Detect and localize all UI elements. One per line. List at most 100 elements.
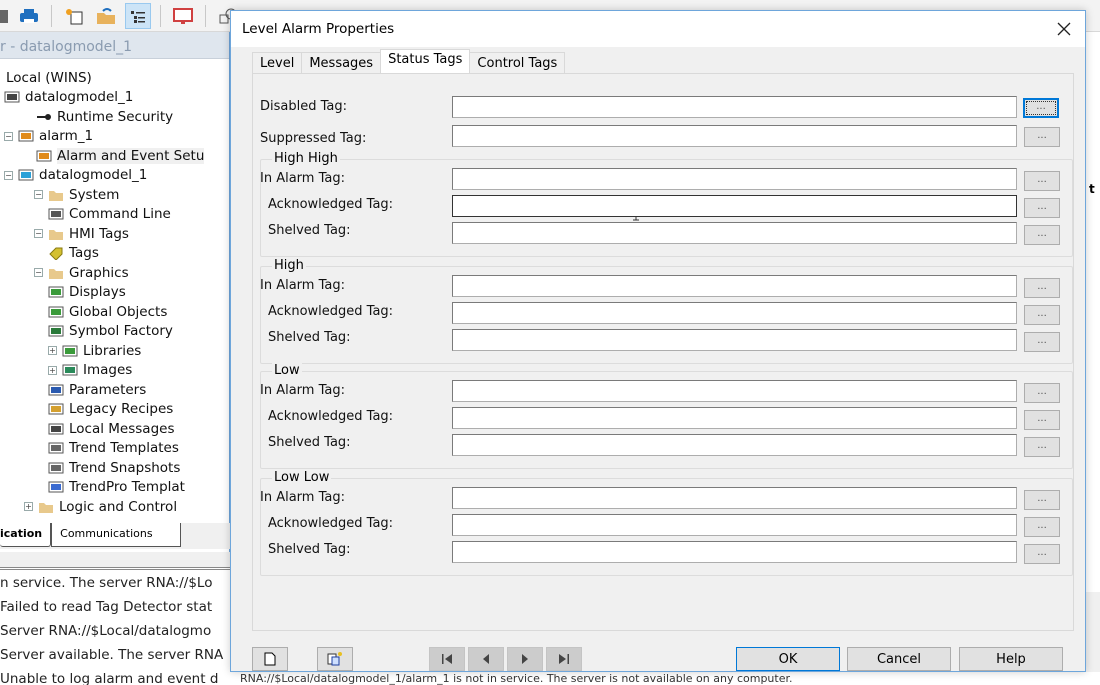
ok-button[interactable]: OK <box>736 647 840 671</box>
high-acknowledged-tag-browse-button[interactable]: ... <box>1024 305 1060 325</box>
diagnostic-message[interactable]: Failed to read Tag Detector stat <box>0 594 230 618</box>
collapse-toggle-icon[interactable]: − <box>34 190 43 199</box>
symbol-factory-icon <box>48 324 64 338</box>
high-acknowledged-tag-input[interactable] <box>452 302 1017 324</box>
low-shelved-tag-input[interactable] <box>452 434 1017 456</box>
tree-item[interactable]: Displays <box>48 283 126 302</box>
tree-item-label: Global Objects <box>69 303 168 320</box>
tree-item[interactable]: Legacy Recipes <box>48 400 173 419</box>
low-in-alarm-tag-input[interactable] <box>452 380 1017 402</box>
open-folder-icon[interactable] <box>93 3 119 29</box>
tab-status-tags[interactable]: Status Tags <box>380 49 471 73</box>
print-icon[interactable] <box>16 3 42 29</box>
low-acknowledged-tag-browse-button[interactable]: ... <box>1024 410 1060 430</box>
folder-icon <box>48 188 64 202</box>
expand-toggle-icon[interactable]: + <box>48 365 57 375</box>
suppressed-tag-input[interactable] <box>452 125 1017 147</box>
high-high-shelved-tag-browse-button[interactable]: ... <box>1024 225 1060 245</box>
low-low-acknowledged-tag-input[interactable] <box>452 514 1017 536</box>
tab-application[interactable]: ication <box>0 523 52 547</box>
cancel-button[interactable]: Cancel <box>847 647 951 671</box>
suppressed-tag-browse-button[interactable]: ... <box>1024 127 1060 147</box>
tree-item-label: Logic and Control <box>59 498 178 515</box>
tree-item[interactable]: Local Messages <box>48 419 174 438</box>
display-icon[interactable] <box>170 3 196 29</box>
tree-item[interactable]: Global Objects <box>48 302 167 321</box>
high-in-alarm-tag-label: In Alarm Tag: <box>260 278 345 293</box>
tree-item[interactable]: Command Line <box>48 205 171 224</box>
high-in-alarm-tag-input[interactable] <box>452 275 1017 297</box>
high-shelved-tag-input[interactable] <box>452 329 1017 351</box>
expand-toggle-icon[interactable]: + <box>24 502 33 511</box>
tree-item[interactable]: + Logic and Control <box>24 497 177 516</box>
diagnostic-message[interactable]: Unable to log alarm and event d <box>0 666 230 685</box>
low-acknowledged-tag-input[interactable] <box>452 407 1017 429</box>
first-record-button[interactable] <box>429 647 465 671</box>
low-low-acknowledged-tag-browse-button[interactable]: ... <box>1024 517 1060 537</box>
high-high-acknowledged-tag-browse-button[interactable]: ... <box>1024 198 1060 218</box>
tree-item[interactable]: + Libraries <box>48 341 141 360</box>
tree-item[interactable]: Alarm and Event Setu <box>36 146 205 165</box>
disabled-tag-input[interactable] <box>452 96 1017 118</box>
tree-item[interactable]: datalogmodel_1 <box>4 88 133 107</box>
tab-control-tags[interactable]: Control Tags <box>469 52 566 73</box>
low-low-in-alarm-tag-browse-button[interactable]: ... <box>1024 490 1060 510</box>
tab-level[interactable]: Level <box>252 52 303 73</box>
high-shelved-tag-browse-button[interactable]: ... <box>1024 332 1060 352</box>
collapse-toggle-icon[interactable]: − <box>34 268 43 277</box>
low-shelved-tag-browse-button[interactable]: ... <box>1024 437 1060 457</box>
low-acknowledged-tag-label: Acknowledged Tag: <box>268 409 394 424</box>
help-button[interactable]: Help <box>959 647 1063 671</box>
close-button[interactable] <box>1049 15 1079 43</box>
tree-item-label: alarm_1 <box>39 128 94 144</box>
new-button[interactable] <box>252 647 288 671</box>
tree-item[interactable]: Local (WINS) <box>6 68 92 87</box>
tree-item-label: Trend Templates <box>69 440 179 456</box>
low-in-alarm-tag-browse-button[interactable]: ... <box>1024 383 1060 403</box>
tab-communications[interactable]: Communications <box>51 523 182 547</box>
new-icon[interactable] <box>61 3 87 29</box>
tree-item[interactable]: Trend Snapshots <box>48 458 180 477</box>
tree-item[interactable]: Trend Templates <box>48 439 179 458</box>
tree-item[interactable]: − Graphics <box>34 263 129 282</box>
tree-item[interactable]: Tags <box>48 244 99 263</box>
diagnostic-message[interactable]: n service. The server RNA://$Lo <box>0 570 230 594</box>
dialog-titlebar[interactable]: Level Alarm Properties <box>231 11 1085 47</box>
tree-item[interactable]: − System <box>34 185 119 204</box>
low-low-in-alarm-tag-input[interactable] <box>452 487 1017 509</box>
tree-item[interactable]: − alarm_1 <box>4 127 93 146</box>
high-high-in-alarm-tag-input[interactable] <box>452 168 1017 190</box>
tree-item[interactable]: Symbol Factory <box>48 322 173 341</box>
diagnostic-message[interactable]: Server available. The server RNA <box>0 642 230 666</box>
high-high-acknowledged-tag-input[interactable] <box>452 195 1017 217</box>
collapse-toggle-icon[interactable]: − <box>34 229 43 238</box>
collapse-toggle-icon[interactable]: − <box>4 170 13 180</box>
tree-item[interactable]: Runtime Security <box>36 107 173 126</box>
high-high-in-alarm-tag-browse-button[interactable]: ... <box>1024 171 1060 191</box>
low-low-shelved-tag-browse-button[interactable]: ... <box>1024 544 1060 564</box>
tree-item[interactable]: Parameters <box>48 380 146 399</box>
high-in-alarm-tag-browse-button[interactable]: ... <box>1024 278 1060 298</box>
tab-messages[interactable]: Messages <box>301 52 382 73</box>
previous-record-button[interactable] <box>468 647 504 671</box>
tree-item[interactable]: − HMI Tags <box>34 224 129 243</box>
collapse-toggle-icon[interactable]: − <box>4 131 13 141</box>
tree-item-label: Runtime Security <box>57 108 174 125</box>
explorer-view-icon[interactable] <box>125 2 151 29</box>
tree-item[interactable]: TrendPro Templat <box>48 478 185 497</box>
disabled-tag-browse-button[interactable]: ... <box>1023 98 1059 118</box>
next-record-button[interactable] <box>507 647 543 671</box>
message-icon <box>48 422 64 436</box>
low-low-shelved-tag-input[interactable] <box>452 541 1017 563</box>
tree-item-label: TrendPro Templat <box>69 479 185 495</box>
save-icon[interactable] <box>0 3 10 29</box>
tree-item[interactable]: − datalogmodel_1 <box>4 166 147 185</box>
high-high-shelved-tag-input[interactable] <box>452 222 1017 244</box>
expand-toggle-icon[interactable]: + <box>48 346 57 355</box>
copy-new-button[interactable] <box>317 647 353 671</box>
last-record-button[interactable] <box>546 647 582 671</box>
diagnostic-message[interactable]: Server RNA://$Local/datalogmo <box>0 618 230 642</box>
tree-item[interactable]: + Images <box>48 361 132 380</box>
high-shelved-tag-label: Shelved Tag: <box>268 330 351 345</box>
tree-item-label: datalogmodel_1 <box>39 167 148 183</box>
